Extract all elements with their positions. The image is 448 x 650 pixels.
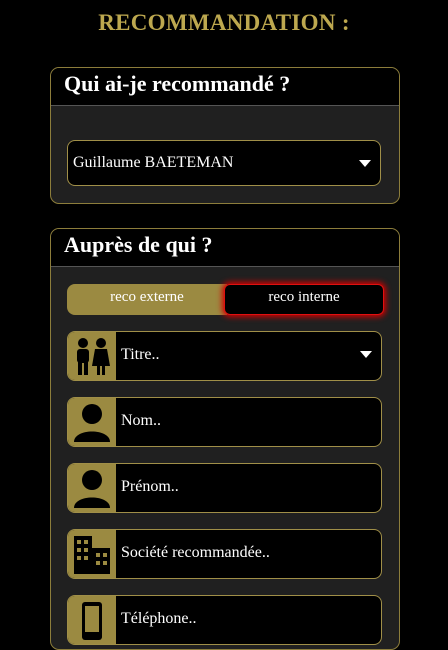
phone-placeholder: Téléphone.. <box>121 610 197 627</box>
person-icon <box>68 464 116 512</box>
recommended-person-select[interactable]: Guillaume BAETEMAN <box>67 140 381 186</box>
person-icon <box>68 398 116 446</box>
lastname-placeholder: Nom.. <box>121 412 161 429</box>
firstname-field[interactable]: Prénom.. <box>67 463 382 513</box>
company-field[interactable]: Société recommandée.. <box>67 529 382 579</box>
company-placeholder: Société recommandée.. <box>121 544 270 561</box>
recommended-person-card: Qui ai-je recommandé ? Guillaume BAETEMA… <box>50 67 400 204</box>
reco-type-toggle: reco externe reco interne <box>67 284 384 315</box>
phone-field[interactable]: Téléphone.. <box>67 595 382 645</box>
lastname-field[interactable]: Nom.. <box>67 397 382 447</box>
recipient-card: Auprès de qui ? reco externe reco intern… <box>50 228 400 650</box>
title-select[interactable]: Titre.. <box>67 331 382 381</box>
people-icon <box>68 332 116 380</box>
select-value: Guillaume BAETEMAN <box>73 154 234 171</box>
reco-external-option[interactable]: reco externe <box>67 284 227 315</box>
chevron-down-icon <box>360 351 372 358</box>
page-title: RECOMMANDATION : <box>98 10 350 35</box>
phone-icon <box>68 596 116 644</box>
reco-internal-option[interactable]: reco interne <box>224 284 384 315</box>
card-title: Auprès de qui ? <box>51 229 399 267</box>
title-placeholder: Titre.. <box>121 346 160 363</box>
card-title: Qui ai-je recommandé ? <box>51 68 399 106</box>
chevron-down-icon <box>359 160 371 167</box>
firstname-placeholder: Prénom.. <box>121 478 179 495</box>
building-icon <box>68 530 116 578</box>
